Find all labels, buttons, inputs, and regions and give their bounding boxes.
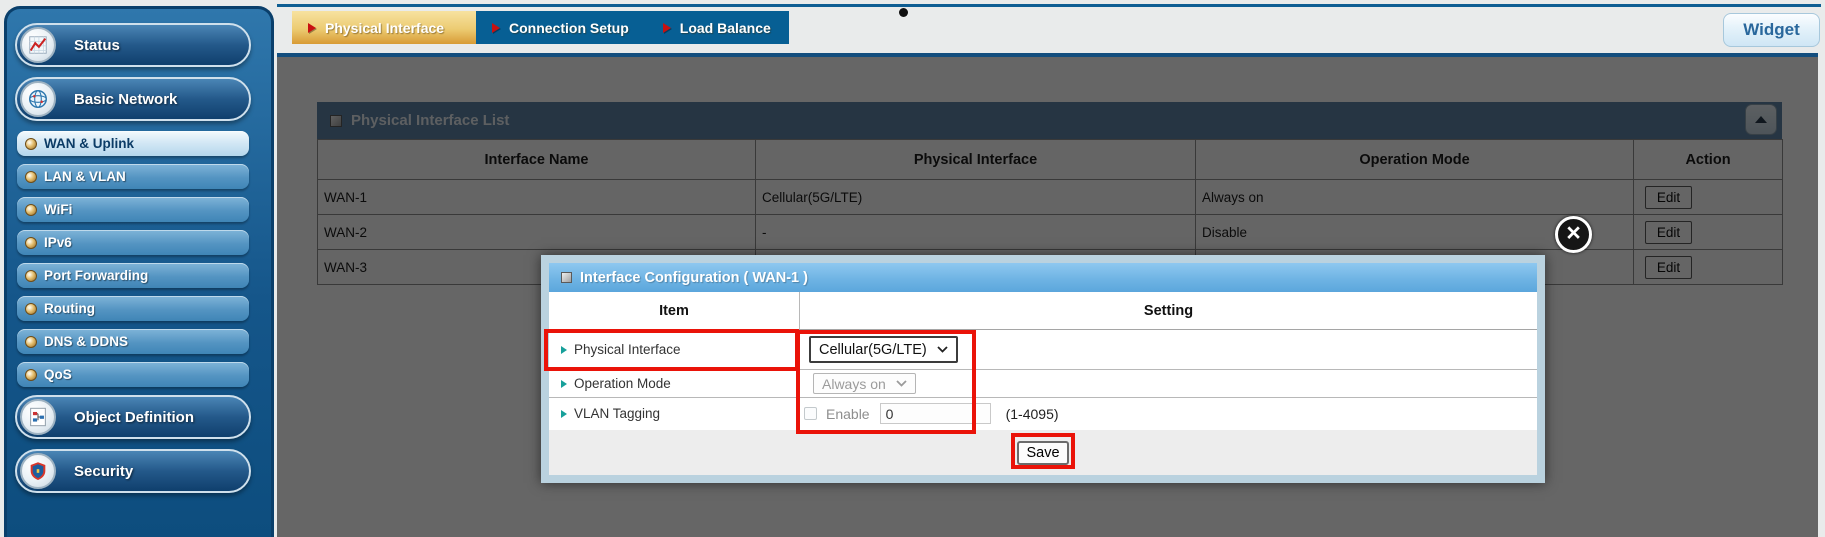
sitemap-icon <box>20 399 56 435</box>
vlan-enable-checkbox[interactable] <box>804 407 817 420</box>
bullet-icon <box>25 336 37 348</box>
bullet-icon <box>25 171 37 183</box>
sidebar-item-qos[interactable]: QoS <box>17 362 249 387</box>
sidebar-item-label: Basic Network <box>74 91 177 108</box>
router-admin-screen: Physical Interface Connection Setup Load… <box>0 0 1825 537</box>
sidebar-item-label: IPv6 <box>44 235 72 250</box>
item-column-header: Item <box>549 292 800 329</box>
tab-label: Load Balance <box>680 20 771 36</box>
sidebar-item-label: Routing <box>44 301 95 316</box>
sidebar-item-security[interactable]: Security <box>15 449 251 493</box>
sidebar-item-status[interactable]: Status <box>15 23 251 67</box>
save-button[interactable]: Save <box>1017 441 1069 465</box>
operation-mode-row: Operation Mode Always on <box>549 370 1537 398</box>
selected-value: Cellular(5G/LTE) <box>819 342 927 358</box>
tab-label: Connection Setup <box>509 20 629 36</box>
widget-button[interactable]: Widget <box>1723 13 1820 47</box>
sidebar-item-label: WiFi <box>44 202 72 217</box>
bullet-icon <box>25 138 37 150</box>
item-arrow-icon <box>561 380 567 388</box>
tab-arrow-icon <box>308 23 316 33</box>
physical-interface-label: Physical Interface <box>574 342 681 357</box>
sidebar-item-label: Port Forwarding <box>44 268 148 283</box>
sidebar-item-dns-ddns[interactable]: DNS & DDNS <box>17 329 249 354</box>
bullet-icon <box>25 237 37 249</box>
bullet-icon <box>25 270 37 282</box>
chevron-down-icon <box>896 380 907 387</box>
sidebar-item-label: LAN & VLAN <box>44 169 126 184</box>
modal-body: Item Setting Physical Interface Cellular… <box>549 292 1537 430</box>
bullet-icon <box>25 369 37 381</box>
bullet-icon <box>25 303 37 315</box>
vlan-tagging-row: VLAN Tagging Enable (1-4095) <box>549 398 1537 429</box>
modal-header: Interface Configuration ( WAN-1 ) <box>549 263 1537 292</box>
modal-footer: Save <box>549 430 1537 475</box>
operation-mode-select: Always on <box>813 373 916 394</box>
item-arrow-icon <box>561 410 567 418</box>
tab-arrow-icon <box>492 23 500 33</box>
modal-title: Interface Configuration ( WAN-1 ) <box>580 270 808 286</box>
tab-connection-setup[interactable]: Connection Setup <box>476 11 647 44</box>
shield-icon <box>20 453 56 489</box>
close-button[interactable]: × <box>1555 216 1592 253</box>
setting-column-header: Setting <box>800 292 1537 329</box>
sidebar-item-label: Security <box>74 463 133 480</box>
tab-arrow-icon <box>663 23 671 33</box>
modal-bullet-icon <box>561 272 572 283</box>
modal-table-header-row: Item Setting <box>549 292 1537 330</box>
vlan-range-hint: (1-4095) <box>1006 406 1059 422</box>
tab-label: Physical Interface <box>325 20 444 36</box>
interface-configuration-modal: Interface Configuration ( WAN-1 ) Item S… <box>541 255 1545 483</box>
sidebar-item-label: Object Definition <box>74 409 194 426</box>
vlan-id-input[interactable] <box>880 403 991 424</box>
physical-interface-select[interactable]: Cellular(5G/LTE) <box>809 336 958 363</box>
vlan-enable-label: Enable <box>826 406 870 422</box>
sidebar-item-label: QoS <box>44 367 72 382</box>
selected-value: Always on <box>822 376 886 392</box>
sidebar-item-lan-vlan[interactable]: LAN & VLAN <box>17 164 249 189</box>
sidebar-item-wifi[interactable]: WiFi <box>17 197 249 222</box>
sidebar-item-basic-network[interactable]: Basic Network <box>15 77 251 121</box>
globe-icon <box>20 81 56 117</box>
sidebar-item-object-definition[interactable]: Object Definition <box>15 395 251 439</box>
sidebar-item-routing[interactable]: Routing <box>17 296 249 321</box>
physical-interface-row: Physical Interface Cellular(5G/LTE) <box>549 330 1537 370</box>
sidebar-item-port-forwarding[interactable]: Port Forwarding <box>17 263 249 288</box>
sidebar-item-wan-uplink[interactable]: WAN & Uplink <box>17 131 249 156</box>
tab-load-balance[interactable]: Load Balance <box>647 11 789 44</box>
sidebar-item-label: DNS & DDNS <box>44 334 128 349</box>
widget-button-label: Widget <box>1743 20 1800 40</box>
bullet-icon <box>25 204 37 216</box>
sidebar-item-ipv6[interactable]: IPv6 <box>17 230 249 255</box>
tab-physical-interface[interactable]: Physical Interface <box>292 11 476 44</box>
tab-bar: Physical Interface Connection Setup Load… <box>292 11 789 44</box>
sidebar-item-label: Status <box>74 37 120 54</box>
sidebar-item-label: WAN & Uplink <box>44 136 134 151</box>
vlan-tagging-label: VLAN Tagging <box>574 406 660 421</box>
close-icon: × <box>1566 221 1581 246</box>
chart-icon <box>20 27 56 63</box>
chevron-down-icon <box>937 346 948 353</box>
item-arrow-icon <box>561 346 567 354</box>
operation-mode-label: Operation Mode <box>574 376 671 391</box>
black-dot-marker <box>899 8 908 17</box>
sidebar: Status Basic Network WAN & Uplink LAN & … <box>4 6 274 537</box>
top-divider-line <box>277 4 1821 7</box>
